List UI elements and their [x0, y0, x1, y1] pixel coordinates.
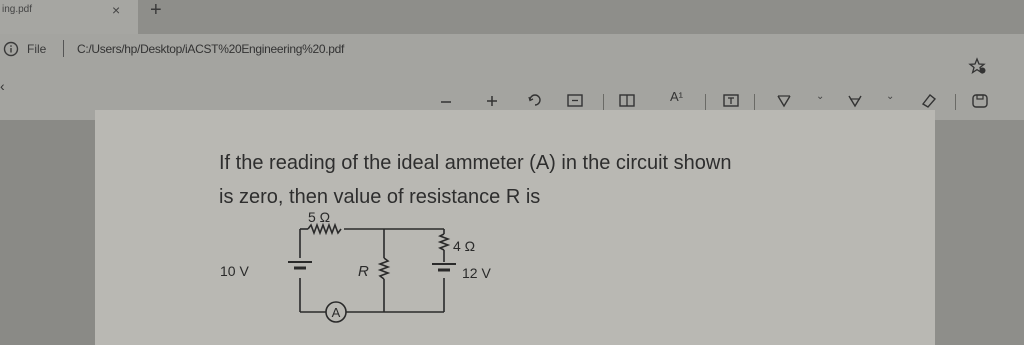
fit-page-icon[interactable]: [566, 90, 584, 110]
toolbar-divider: [955, 94, 956, 110]
minus-icon[interactable]: [438, 90, 454, 110]
viewer-gutter-right: [935, 120, 1024, 345]
chevron-down-icon[interactable]: ⌄: [816, 91, 824, 111]
url-field[interactable]: C:/Users/hp/Desktop/iACST%20Engineering%…: [77, 42, 344, 56]
rotate-icon[interactable]: [526, 90, 544, 110]
address-divider: [63, 40, 64, 57]
address-bar: File C:/Users/hp/Desktop/iACST%20Enginee…: [0, 34, 1024, 78]
file-label: File: [27, 42, 47, 56]
toolbar-divider: [705, 94, 706, 110]
tab-title: ing.pdf: [2, 4, 33, 15]
tab-bar: ing.pdf × +: [0, 0, 1024, 34]
resistor-r-label: R: [358, 263, 369, 280]
favorite-icon[interactable]: [968, 56, 988, 76]
resistor-4-label: 4 Ω: [453, 238, 475, 254]
circuit-diagram: A 5 Ω 10 V R 4 Ω 12 V: [220, 209, 491, 323]
new-tab-button[interactable]: +: [150, 0, 162, 22]
read-aloud-icon[interactable]: A¹: [670, 89, 683, 109]
plus-icon[interactable]: [484, 90, 500, 110]
ammeter-label: A: [332, 305, 341, 320]
chevron-left-icon[interactable]: ‹: [0, 78, 5, 94]
resistor-5-label: 5 Ω: [308, 209, 330, 225]
text-box-icon[interactable]: [722, 90, 740, 110]
eraser-icon[interactable]: [918, 90, 938, 110]
question-line-1: If the reading of the ideal ammeter (A) …: [219, 152, 732, 174]
tab-current[interactable]: ing.pdf ×: [0, 0, 138, 34]
chevron-down-icon[interactable]: ⌄: [886, 91, 894, 111]
two-page-icon[interactable]: [618, 90, 636, 110]
viewer-gutter-left: [0, 120, 95, 345]
draw-icon[interactable]: [775, 90, 793, 110]
info-icon[interactable]: [3, 41, 19, 57]
close-icon[interactable]: ×: [112, 2, 120, 18]
battery-10v-label: 10 V: [220, 263, 249, 279]
highlight-icon[interactable]: [846, 90, 864, 110]
battery-12v-label: 12 V: [462, 265, 491, 281]
save-icon[interactable]: [970, 90, 990, 110]
toolbar-divider: [754, 94, 755, 110]
toolbar-divider: [603, 94, 604, 110]
